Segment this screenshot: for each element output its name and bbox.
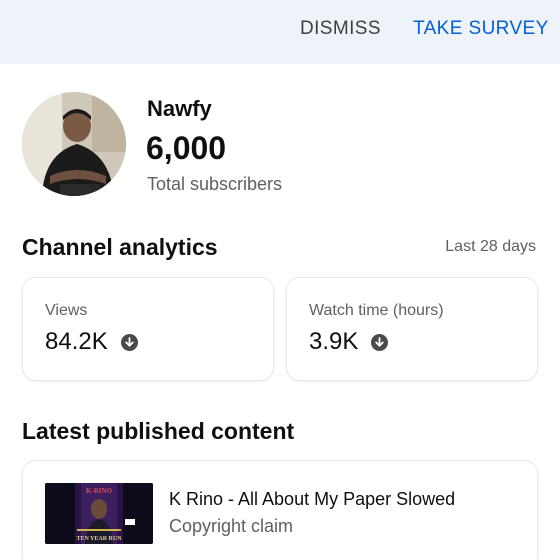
arrow-down-circle-icon — [371, 333, 389, 351]
latest-content-title: Latest published content — [22, 418, 295, 444]
video-thumbnail[interactable]: K-RINO TEN YEAR RUN — [45, 483, 153, 544]
watch-time-value: 3.9K — [309, 328, 359, 355]
date-range: Last 28 days — [445, 238, 536, 255]
thumbnail-art: K-RINO TEN YEAR RUN — [45, 483, 153, 544]
survey-banner: DISMISS TAKE SURVEY — [0, 0, 560, 64]
views-value-row: 84.2K — [45, 328, 138, 356]
dismiss-button[interactable]: DISMISS — [300, 17, 381, 41]
avatar-photo — [22, 92, 126, 196]
watch-time-label: Watch time (hours) — [309, 302, 444, 319]
watch-time-value-row: 3.9K — [309, 328, 389, 356]
analytics-title: Channel analytics — [22, 234, 218, 260]
video-title[interactable]: K Rino - All About My Paper Slowed — [169, 489, 455, 510]
thumbnail-artist-text: K-RINO — [86, 487, 113, 495]
views-value: 84.2K — [45, 328, 108, 355]
subscriber-label: Total subscribers — [147, 174, 283, 194]
latest-content-card[interactable]: K-RINO TEN YEAR RUN K Rino - All About M… — [22, 460, 538, 560]
views-card[interactable]: Views 84.2K — [22, 277, 274, 381]
channel-avatar[interactable] — [22, 92, 126, 196]
channel-name: Nawfy — [147, 96, 212, 121]
thumbnail-subtitle-text: TEN YEAR RUN — [76, 536, 122, 542]
arrow-down-circle-icon — [120, 333, 138, 351]
watch-time-card[interactable]: Watch time (hours) 3.9K — [286, 277, 538, 381]
subscriber-count: 6,000 — [146, 130, 227, 166]
video-status: Copyright claim — [169, 516, 294, 536]
views-label: Views — [45, 302, 88, 319]
take-survey-button[interactable]: TAKE SURVEY — [413, 17, 549, 41]
